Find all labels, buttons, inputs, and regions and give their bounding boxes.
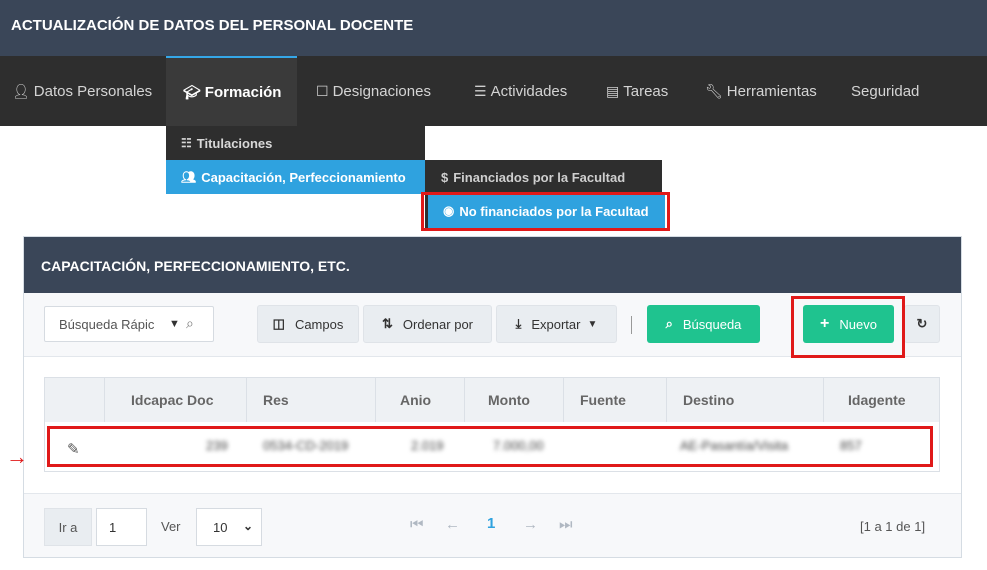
goto-page-input[interactable]: 1 xyxy=(96,508,147,546)
record-count: [1 a 1 de 1] xyxy=(860,519,926,534)
nav-label: Tareas xyxy=(623,82,669,100)
nav-formacion[interactable]: 🎓︎ Formación xyxy=(166,56,297,126)
search-placeholder: Búsqueda Rápic xyxy=(59,317,155,332)
column-header[interactable]: Destino xyxy=(667,378,824,422)
nav-label: Formación xyxy=(204,83,282,101)
page-title: ACTUALIZACIÓN DE DATOS DEL PERSONAL DOCE… xyxy=(0,0,987,56)
nav-designaciones[interactable]: ☐ Designaciones xyxy=(316,56,431,126)
ordenar-button[interactable]: ⇅ Ordenar por xyxy=(363,305,492,343)
column-header-actions xyxy=(45,378,105,422)
page-size-value: 10 xyxy=(213,520,228,535)
wrench-icon: 🔧︎ xyxy=(705,82,723,99)
ver-label: Ver xyxy=(161,519,181,534)
nav-label: Actividades xyxy=(490,82,568,100)
main-navbar: 👤︎ Datos Personales 🎓︎ Formación ☐ Desig… xyxy=(0,56,987,126)
nav-datos-personales[interactable]: 👤︎ Datos Personales xyxy=(12,56,152,126)
dollar-icon: $ xyxy=(441,169,449,185)
menu-item-label: Financiados por la Facultad xyxy=(453,169,626,185)
campos-button[interactable]: ◫ Campos xyxy=(257,305,359,343)
button-label: Campos xyxy=(294,316,344,332)
column-header[interactable]: Monto xyxy=(465,378,564,422)
nav-label: Herramientas xyxy=(726,82,817,100)
graduation-cap-icon: 🎓︎ xyxy=(183,83,201,100)
column-header[interactable]: Idcapac Doc xyxy=(105,378,247,422)
menu-item-label: Capacitación, Perfeccionamiento xyxy=(201,169,406,185)
highlight-box-menu xyxy=(421,192,670,231)
last-page-icon[interactable]: ⏭︎ xyxy=(559,516,573,533)
id-card-icon: ☐ xyxy=(316,82,329,99)
formacion-dropdown: ☷ Titulaciones 👥︎ Capacitación, Perfecci… xyxy=(166,126,425,194)
grid-header: Idcapac Doc Res Anio Monto Fuente Destin… xyxy=(45,378,939,422)
arrow-right-icon: → xyxy=(6,444,28,469)
nav-label: Designaciones xyxy=(332,82,431,100)
prev-page-icon[interactable]: ← xyxy=(445,516,460,533)
download-icon: ⤓ xyxy=(515,316,522,331)
panel-title: CAPACITACIÓN, PERFECCIONAMIENTO, ETC. xyxy=(24,237,961,293)
nav-seguridad[interactable]: Seguridad xyxy=(851,56,919,126)
nav-actividades[interactable]: ☰ Actividades xyxy=(474,56,567,126)
button-label: Exportar xyxy=(531,316,581,332)
next-page-icon[interactable]: → xyxy=(523,516,538,533)
menu-item-financiados[interactable]: $ Financiados por la Facultad xyxy=(425,160,662,194)
page-size-select[interactable]: 10 ⌄ xyxy=(196,508,262,546)
user-icon: 👤︎ xyxy=(12,82,30,99)
button-label: Ordenar por xyxy=(402,316,473,332)
exportar-button[interactable]: ⤓ Exportar ▼ xyxy=(496,305,617,343)
diploma-icon: ☷ xyxy=(181,136,192,150)
nav-label: Seguridad xyxy=(851,82,920,100)
column-header[interactable]: Idagente xyxy=(824,378,939,422)
teacher-icon: 👥︎ xyxy=(181,170,197,184)
nav-tareas[interactable]: ▤ Tareas xyxy=(606,56,668,126)
caret-down-icon: ▼ xyxy=(587,318,598,330)
current-page[interactable]: 1 xyxy=(487,515,495,532)
menu-item-label: Titulaciones xyxy=(196,135,273,151)
column-header[interactable]: Res xyxy=(247,378,376,422)
clipboard-icon: ▤ xyxy=(606,82,620,99)
refresh-icon: ↻ xyxy=(916,316,928,331)
menu-item-capacitacion[interactable]: 👥︎ Capacitación, Perfeccionamiento xyxy=(166,160,425,194)
nav-herramientas[interactable]: 🔧︎ Herramientas xyxy=(705,56,817,126)
quick-search-input[interactable]: Búsqueda Rápic ▼ ⌕ xyxy=(44,306,214,342)
column-header[interactable]: Anio xyxy=(376,378,465,422)
caret-down-icon[interactable]: ▼ xyxy=(169,318,180,330)
highlight-box-nuevo xyxy=(791,296,905,358)
capacitacion-panel: CAPACITACIÓN, PERFECCIONAMIENTO, ETC. Bú… xyxy=(23,236,962,558)
grid-footer: Ir a 1 Ver 10 ⌄ ⏮︎ ← 1 → ⏭︎ [1 a 1 de 1] xyxy=(24,493,961,557)
search-icon[interactable]: ⌕ xyxy=(186,315,194,332)
columns-icon: ◫ xyxy=(272,316,285,331)
column-header[interactable]: Fuente xyxy=(564,378,667,422)
search-icon: ⌕ xyxy=(665,316,673,331)
highlight-box-row xyxy=(47,426,933,467)
first-page-icon[interactable]: ⏮︎ xyxy=(410,516,424,533)
refresh-button[interactable]: ↻ xyxy=(904,305,940,343)
checklist-icon: ☰ xyxy=(474,82,487,99)
busqueda-button[interactable]: ⌕ Búsqueda xyxy=(647,305,760,343)
menu-item-titulaciones[interactable]: ☷ Titulaciones xyxy=(166,126,425,160)
goto-label: Ir a xyxy=(44,508,92,546)
chevron-down-icon: ⌄ xyxy=(243,519,254,533)
nav-label: Datos Personales xyxy=(33,82,153,100)
sort-icon: ⇅ xyxy=(382,316,393,331)
toolbar-divider xyxy=(631,316,632,334)
button-label: Búsqueda xyxy=(682,316,742,332)
